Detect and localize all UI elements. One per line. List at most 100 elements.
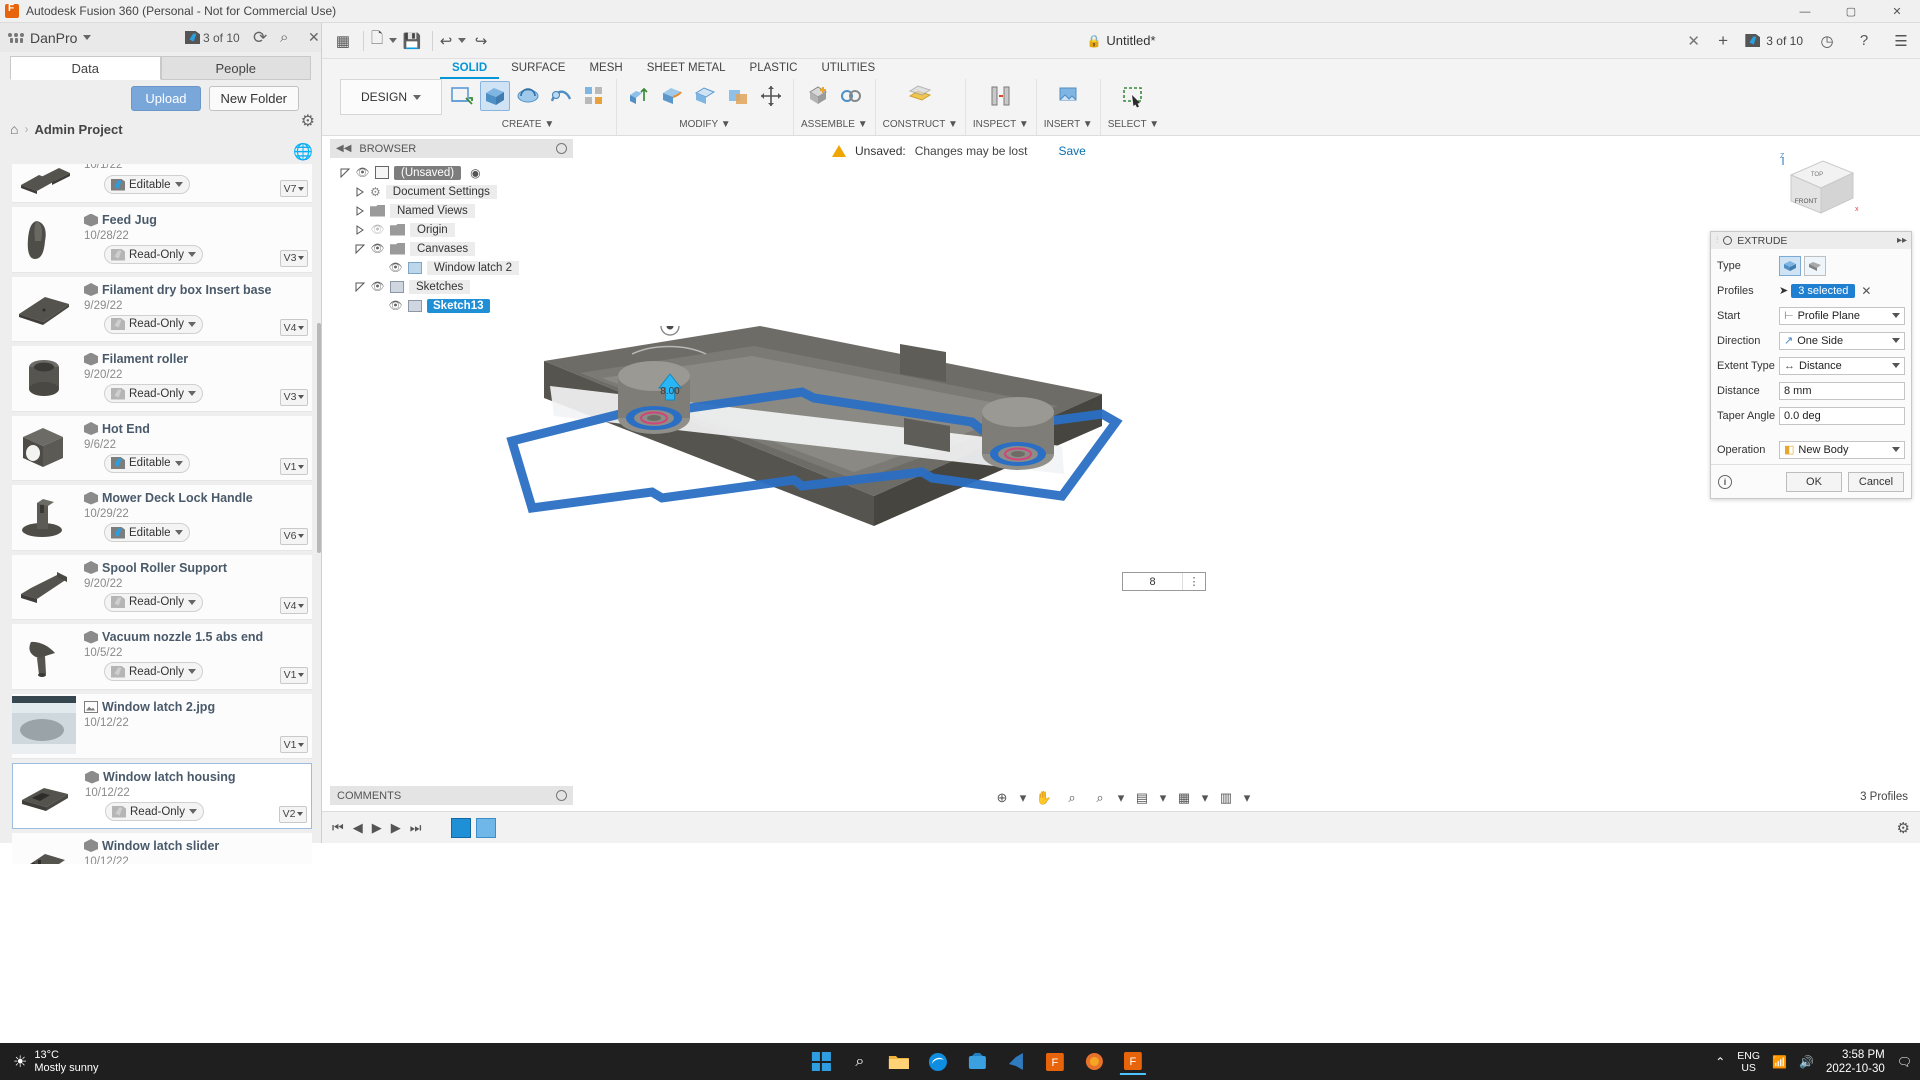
zoom-icon[interactable]: ⌕ [1060, 787, 1084, 809]
maximize-button[interactable]: ▢ [1828, 0, 1874, 23]
direction-dropdown[interactable]: ↗ One Side [1779, 331, 1905, 350]
extent-type-dropdown[interactable]: ↔ Distance [1779, 356, 1905, 375]
distance-input[interactable]: 8 mm [1779, 381, 1905, 400]
group-label-assemble[interactable]: ASSEMBLE ▼ [801, 119, 868, 130]
chevron-down-icon[interactable] [187, 599, 196, 605]
version-badge[interactable]: V1 [280, 666, 308, 684]
save-icon[interactable]: 💾 [399, 28, 425, 54]
gear-icon[interactable]: ⚙ [301, 111, 315, 131]
data-panel-scrollbar[interactable] [317, 323, 321, 553]
tab-mesh[interactable]: MESH [577, 59, 634, 79]
panel-close-icon[interactable]: ✕ [308, 29, 320, 46]
undo-icon[interactable]: ↩ [440, 28, 467, 54]
fillet-icon[interactable] [657, 81, 687, 111]
timeline-play-icon[interactable]: ▶ [372, 820, 382, 836]
model-viewport[interactable]: 8.00 [502, 326, 1142, 686]
joint-icon[interactable] [836, 81, 866, 111]
tab-solid[interactable]: SOLID [440, 59, 500, 79]
notification-center-icon[interactable]: 🗨 [1897, 1055, 1912, 1069]
chevron-down-icon[interactable] [175, 182, 183, 187]
close-button[interactable]: ✕ [1874, 0, 1920, 23]
list-item[interactable]: Mower Deck Lock Handle 10/29/22 Editable… [12, 485, 312, 551]
fusion360-active-icon[interactable]: F [1119, 1049, 1146, 1075]
chevron-down-icon[interactable] [175, 530, 183, 535]
collapse-arrow-icon[interactable] [355, 186, 365, 197]
permission-badge[interactable]: Read-Only [104, 384, 203, 403]
permission-badge[interactable]: Editable [104, 523, 190, 542]
list-item[interactable]: Hot End 9/6/22 Editable V1 [12, 415, 312, 481]
language-indicator[interactable]: ENG US [1737, 1050, 1760, 1074]
tab-sheet-metal[interactable]: SHEET METAL [635, 59, 738, 79]
group-label-select[interactable]: SELECT ▼ [1108, 119, 1159, 130]
dimension-input-box[interactable]: 8 ⋮ [1122, 572, 1206, 591]
expand-arrow-icon[interactable] [340, 168, 350, 178]
info-icon[interactable]: i [1718, 474, 1732, 489]
view-cube-graphic[interactable]: TOP FRONT Z x [1769, 151, 1865, 231]
collapse-arrow-icon[interactable] [355, 205, 365, 216]
redo-icon[interactable]: ↪ [468, 28, 494, 54]
timeline-last-icon[interactable]: ⏭ [410, 820, 422, 836]
tab-utilities[interactable]: UTILITIES [809, 59, 887, 79]
chevron-down-icon[interactable] [187, 321, 196, 327]
tree-node-named-views[interactable]: Named Views [330, 201, 573, 220]
timeline-feature-sketch[interactable] [451, 817, 472, 838]
timeline-next-icon[interactable]: ▶ [391, 820, 401, 836]
fusion360-taskbar-icon[interactable]: F [1042, 1049, 1068, 1075]
revolve-icon[interactable] [513, 81, 543, 111]
list-item[interactable]: Window latch slider 10/12/22 Read-Only V… [12, 832, 312, 864]
vscode-icon[interactable] [1003, 1049, 1029, 1075]
chevron-down-icon[interactable] [175, 460, 183, 466]
save-link[interactable]: Save [1058, 144, 1085, 158]
browser-options-icon[interactable] [556, 143, 567, 154]
tab-plastic[interactable]: PLASTIC [738, 59, 810, 79]
store-icon[interactable] [964, 1049, 990, 1075]
extrude-dialog-header[interactable]: ⫶ EXTRUDE ▸▸ [1711, 232, 1911, 249]
tree-node-document-settings[interactable]: ⚙ Document Settings [330, 182, 573, 201]
drag-handle-icon[interactable]: ⫶ [1716, 235, 1718, 246]
display-caret-icon[interactable]: ▾ [1158, 787, 1168, 809]
orbit-icon[interactable]: ⊕ [990, 787, 1014, 809]
timeline-first-icon[interactable]: ⏮ [332, 820, 344, 836]
shell-icon[interactable] [690, 81, 720, 111]
breadcrumb-project[interactable]: Admin Project [34, 122, 122, 137]
type-profile-button[interactable] [1779, 255, 1801, 276]
version-badge[interactable]: V1 [280, 458, 308, 475]
chevron-down-icon[interactable] [187, 391, 196, 396]
chevron-down-icon[interactable] [188, 809, 197, 814]
list-item[interactable]: Filament dry box Insert base 9/29/22 Rea… [12, 276, 312, 342]
display-settings-icon[interactable]: ▤ [1130, 787, 1154, 809]
press-pull-icon[interactable] [624, 81, 654, 111]
globe-icon[interactable]: 🌐 [293, 142, 313, 162]
permission-badge[interactable]: Read-Only [105, 802, 204, 821]
move-copy-icon[interactable] [756, 81, 786, 111]
account-icon[interactable]: ☰ [1888, 28, 1914, 54]
version-badge[interactable]: V6 [280, 527, 308, 545]
permission-badge[interactable]: Read-Only [104, 592, 203, 612]
visibility-icon[interactable]: 👁 [388, 299, 403, 312]
permission-badge[interactable]: Editable [104, 453, 190, 473]
zoom-fit-icon[interactable]: ⌕ [1088, 787, 1112, 809]
collapse-arrow-icon[interactable] [355, 224, 365, 235]
new-document-icon[interactable]: 🗋 [371, 28, 398, 54]
tree-node-window-latch-2[interactable]: 👁 Window latch 2 [330, 258, 573, 277]
visibility-icon[interactable]: 👁 [388, 261, 403, 274]
tree-node-sketch13[interactable]: 👁 Sketch13 [330, 296, 573, 315]
volume-icon[interactable]: 🔊 [1799, 1055, 1814, 1069]
visibility-icon[interactable]: 👁 [355, 166, 370, 179]
viewports-icon[interactable]: ▥ [1214, 787, 1238, 809]
edge-icon[interactable] [925, 1049, 951, 1075]
project-item-list[interactable]: 10/1/22 Editable V7 Feed Jug 10/28/22 Re… [12, 164, 312, 864]
version-badge[interactable]: V3 [280, 249, 308, 267]
start-dropdown[interactable]: ⊢ Profile Plane [1779, 306, 1905, 325]
permission-badge[interactable]: Editable [104, 175, 190, 194]
version-badge[interactable]: V4 [280, 319, 308, 336]
expand-icon[interactable]: ▸▸ [1897, 235, 1907, 246]
grid-snap-icon[interactable]: ▦ [1172, 787, 1196, 809]
new-folder-button[interactable]: New Folder [208, 85, 299, 111]
grid-menu-icon[interactable]: ▦ [330, 28, 356, 54]
tree-node-sketches[interactable]: 👁 Sketches [330, 277, 573, 296]
tree-node-unsaved[interactable]: 👁 (Unsaved) ◉ [330, 163, 573, 182]
group-label-modify[interactable]: MODIFY ▼ [679, 119, 730, 130]
operation-dropdown[interactable]: ◧ New Body [1779, 440, 1905, 459]
clock[interactable]: 3:58 PM 2022-10-30 [1826, 1048, 1885, 1076]
